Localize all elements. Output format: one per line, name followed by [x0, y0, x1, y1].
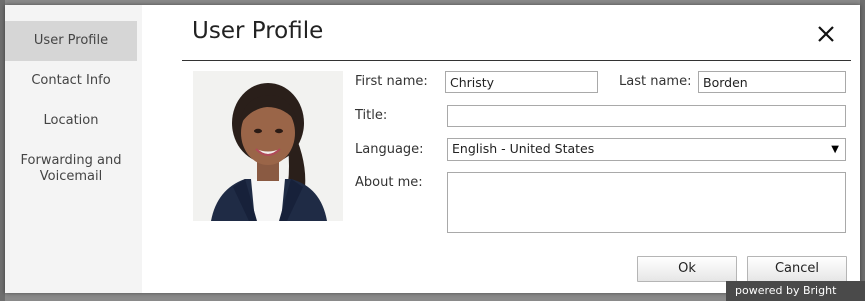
sidebar-item-location[interactable]: Location: [5, 107, 137, 137]
sidebar-item-label: Forwarding and Voicemail: [20, 153, 122, 184]
title-divider: [182, 60, 851, 61]
first-name-label: First name:: [355, 74, 428, 89]
sidebar-item-label: Contact Info: [31, 73, 111, 88]
dropdown-arrow-icon: ▼: [831, 144, 839, 155]
sidebar-item-forwarding-voicemail[interactable]: Forwarding and Voicemail: [5, 147, 137, 193]
last-name-label: Last name:: [619, 74, 692, 89]
page-title: User Profile: [192, 18, 324, 44]
ok-button[interactable]: Ok: [637, 256, 737, 282]
cancel-button[interactable]: Cancel: [747, 256, 847, 282]
about-me-label: About me:: [355, 175, 423, 190]
close-button[interactable]: [816, 24, 836, 44]
sidebar-item-user-profile[interactable]: User Profile: [5, 21, 137, 61]
language-label: Language:: [355, 142, 424, 157]
powered-by-badge: powered by Bright Pattern: [726, 281, 865, 301]
close-icon: [818, 26, 834, 42]
title-label: Title:: [355, 108, 388, 123]
sidebar-item-label: Location: [43, 113, 99, 128]
avatar: [193, 71, 343, 221]
sidebar: User Profile Contact Info Location Forwa…: [5, 5, 142, 293]
sidebar-item-label: User Profile: [33, 33, 109, 48]
about-me-textarea[interactable]: [447, 172, 846, 233]
background-right: [860, 0, 865, 301]
first-name-input[interactable]: [445, 71, 598, 93]
language-select[interactable]: English - United States ▼: [447, 138, 846, 161]
last-name-input[interactable]: [698, 71, 846, 93]
sidebar-item-contact-info[interactable]: Contact Info: [5, 67, 137, 97]
title-input[interactable]: [447, 105, 846, 127]
language-selected-value: English - United States: [452, 141, 595, 156]
user-profile-dialog: User Profile Contact Info Location Forwa…: [5, 5, 860, 293]
profile-photo[interactable]: [193, 71, 343, 221]
